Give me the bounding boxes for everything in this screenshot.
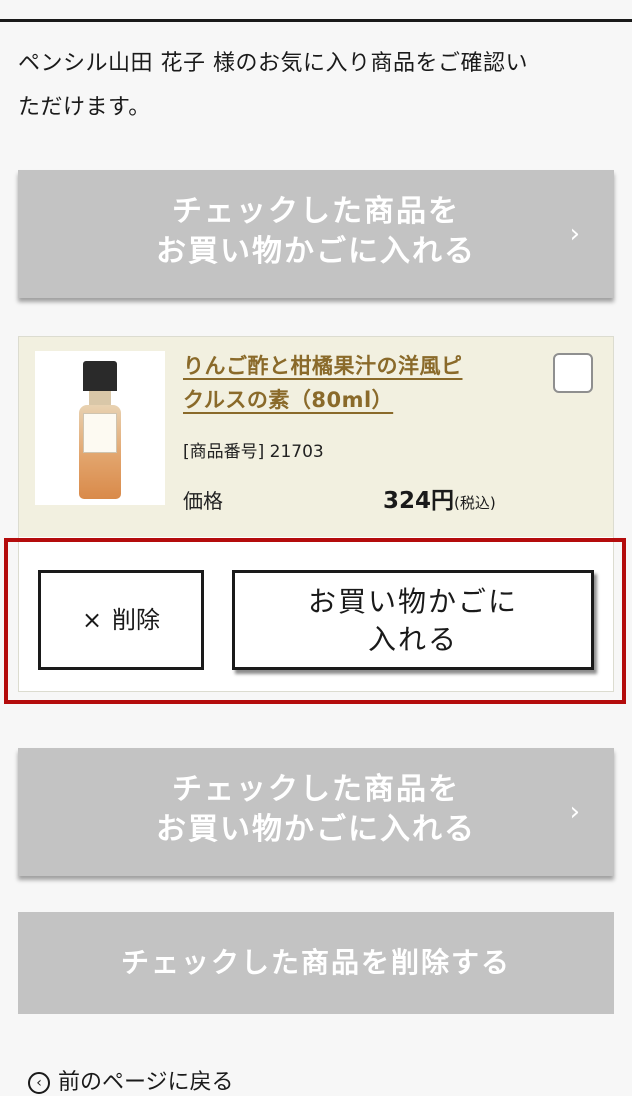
back-link-label: 前のページに戻る bbox=[58, 1070, 234, 1095]
intro-line-2: ただけます。 bbox=[18, 95, 151, 120]
button-label-line-2: お買い物かごに入れる bbox=[156, 812, 476, 847]
add-to-cart-button[interactable]: お買い物かごに 入れる bbox=[232, 570, 594, 670]
price-amount: 324円 bbox=[383, 488, 455, 514]
add-checked-to-cart-button-top[interactable]: チェックした商品を お買い物かごに入れる › bbox=[18, 170, 614, 298]
close-icon: × bbox=[81, 606, 103, 634]
product-name-line-1: りんご酢と柑橘果汁の洋風ピ bbox=[183, 354, 463, 378]
delete-button[interactable]: × 削除 bbox=[38, 570, 204, 670]
button-label-line-1: チェックした商品を bbox=[172, 772, 460, 807]
header-rule bbox=[0, 0, 632, 22]
button-label-line-1: チェックした商品を bbox=[172, 194, 460, 229]
bottle-cap-shape bbox=[83, 361, 117, 391]
add-to-cart-label-line-2: 入れる bbox=[367, 623, 458, 656]
tax-note: (税込) bbox=[454, 494, 496, 512]
price-value: 324円(税込) bbox=[383, 481, 496, 515]
chevron-right-icon: › bbox=[569, 219, 582, 249]
intro-text: ペンシル山田 花子 様のお気に入り商品をご確認い ただけます。 bbox=[18, 42, 614, 130]
add-to-cart-label-line-1: お買い物かごに bbox=[307, 585, 518, 618]
intro-line-1: ペンシル山田 花子 様のお気に入り商品をご確認い bbox=[18, 51, 528, 76]
delete-checked-button[interactable]: チェックした商品を削除する bbox=[18, 912, 614, 1014]
add-checked-to-cart-button-bottom[interactable]: チェックした商品を お買い物かごに入れる › bbox=[18, 748, 614, 876]
button-label-line-2: お買い物かごに入れる bbox=[156, 234, 476, 269]
chevron-right-icon: › bbox=[569, 797, 582, 827]
bottle-neck-shape bbox=[89, 391, 111, 405]
product-image[interactable] bbox=[35, 351, 165, 505]
product-name-link[interactable]: りんご酢と柑橘果汁の洋風ピ クルスの素（80ml） bbox=[183, 349, 533, 417]
delete-button-label: 削除 bbox=[112, 606, 161, 634]
chevron-left-icon: ‹ bbox=[28, 1072, 50, 1094]
delete-checked-label: チェックした商品を削除する bbox=[120, 946, 511, 979]
back-link[interactable]: ‹ 前のページに戻る bbox=[28, 1064, 234, 1096]
select-item-checkbox[interactable] bbox=[553, 353, 593, 393]
bottle-label-shape bbox=[83, 413, 117, 453]
product-name-line-2: クルスの素（80ml） bbox=[183, 388, 394, 412]
product-sku: [商品番号] 21703 bbox=[183, 442, 324, 462]
price-label: 価格 bbox=[183, 489, 223, 513]
